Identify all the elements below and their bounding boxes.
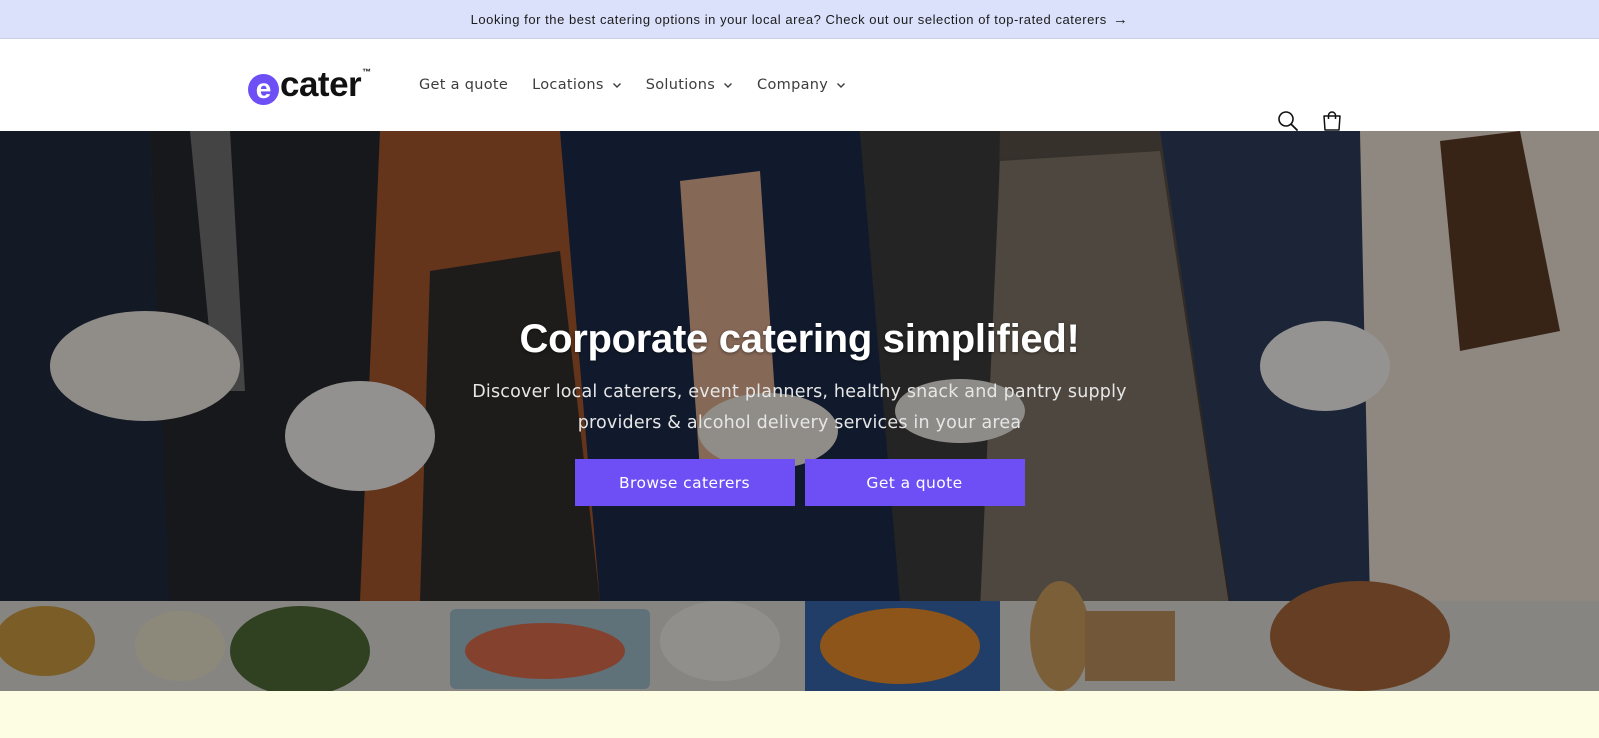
logo-e-mark: e [248, 73, 279, 105]
logo-wordmark: cater [280, 65, 362, 104]
site-header: e cater ™ Get a quote Locations Solution… [0, 39, 1599, 131]
nav-item-get-a-quote[interactable]: Get a quote [419, 77, 508, 93]
browse-caterers-button[interactable]: Browse caterers [574, 459, 795, 506]
nav-item-locations[interactable]: Locations [532, 77, 622, 93]
hero-title: Corporate catering simplified! [519, 317, 1080, 361]
nav-item-company[interactable]: Company [757, 77, 846, 93]
main-nav: Get a quote Locations Solutions Company [419, 39, 870, 131]
next-section-strip [0, 691, 1599, 738]
get-a-quote-button[interactable]: Get a quote [804, 459, 1025, 506]
arrow-right-icon: → [1112, 10, 1129, 28]
announcement-bar[interactable]: Looking for the best catering options in… [0, 0, 1599, 39]
logo-trademark: ™ [362, 67, 372, 77]
nav-item-label: Company [757, 77, 829, 93]
hero-content: Corporate catering simplified! Discover … [0, 317, 1599, 506]
nav-item-label: Locations [532, 77, 604, 93]
ecater-logo[interactable]: e cater ™ [248, 63, 371, 107]
nav-item-label: Solutions [645, 77, 716, 93]
hero-banner: Corporate catering simplified! Discover … [0, 131, 1599, 691]
header-icons [1276, 109, 1344, 133]
search-button[interactable] [1276, 109, 1300, 133]
announcement-text[interactable]: Looking for the best catering options in… [471, 12, 1107, 27]
cart-button[interactable] [1320, 109, 1344, 133]
chevron-down-icon [612, 83, 621, 88]
hero-buttons: Browse caterers Get a quote [0, 459, 1599, 506]
chevron-down-icon [724, 83, 733, 88]
nav-item-label: Get a quote [419, 77, 509, 93]
hero-subtitle-line-2: providers & alcohol delivery services in… [577, 413, 1022, 433]
cart-icon [1323, 111, 1341, 131]
chevron-down-icon [837, 83, 846, 88]
nav-item-solutions[interactable]: Solutions [646, 77, 733, 93]
search-icon [1278, 111, 1298, 131]
hero-subtitle-line-1: Discover local caterers, event planners,… [472, 382, 1127, 402]
hero-subtitle: Discover local caterers, event planners,… [0, 377, 1599, 439]
